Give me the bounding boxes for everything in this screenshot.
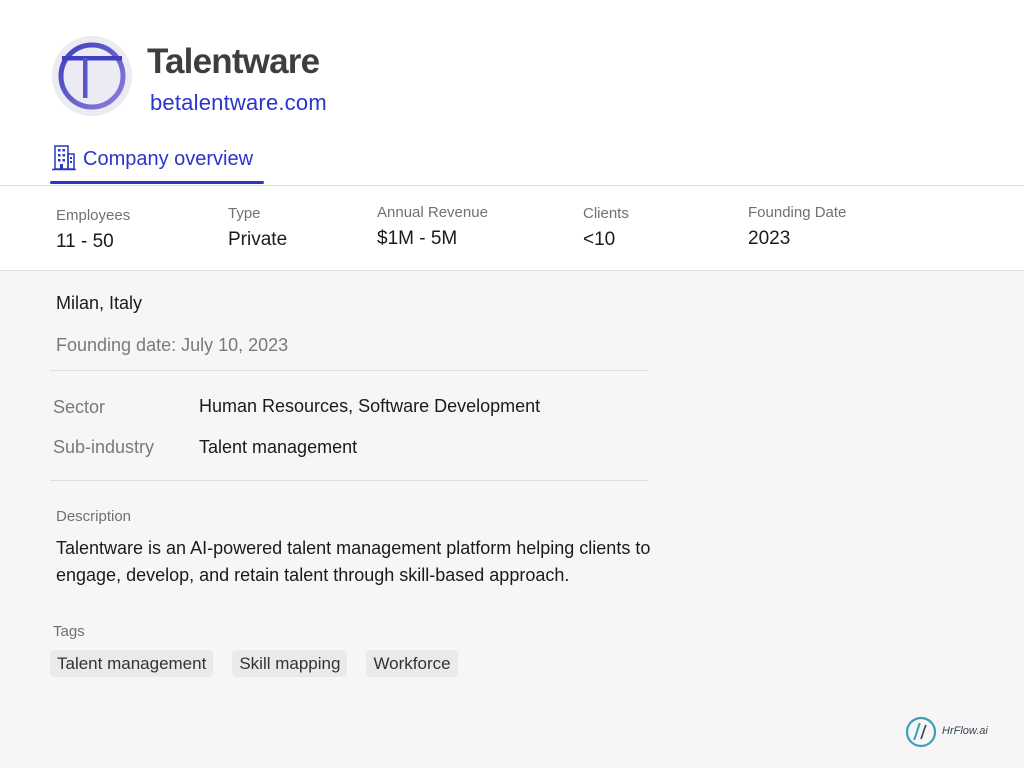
stat-annual-revenue: Annual Revenue $1M - 5M <box>377 204 488 251</box>
stat-value: 2023 <box>748 228 791 249</box>
company-name: Talentware <box>147 42 320 81</box>
brand-name: HrFlow.ai <box>942 725 988 737</box>
stat-clients: Clients <10 <box>583 205 629 252</box>
stat-value: 11 - 50 <box>56 231 114 252</box>
tag-chip[interactable]: Skill mapping <box>232 650 348 677</box>
description-label: Description <box>56 508 132 525</box>
section-divider <box>50 370 649 371</box>
stat-founding-date: Founding Date 2023 <box>748 204 846 251</box>
active-tab-indicator <box>50 181 264 184</box>
sector-label: Sector <box>53 397 106 417</box>
tag-chip[interactable]: Workforce <box>366 650 458 677</box>
hrflow-brand: HrFlow.ai <box>905 715 997 748</box>
stat-label: Clients <box>583 205 629 222</box>
stat-type: Type Private <box>228 205 287 252</box>
stat-value: $1M - 5M <box>377 228 458 249</box>
stat-value: <10 <box>583 229 616 250</box>
company-location: Milan, Italy <box>56 293 143 313</box>
tab-company-overview[interactable]: Company overview <box>50 140 264 186</box>
subindustry-value: Talent management <box>199 437 358 457</box>
company-details-panel: Milan, Italy Founding date: July 10, 202… <box>0 271 1024 768</box>
company-logo-icon <box>58 42 126 110</box>
stat-label: Employees <box>56 207 131 224</box>
company-header: Talentware betalentware.com Company over… <box>0 0 1024 186</box>
tag-chip[interactable]: Talent management <box>50 650 214 677</box>
building-icon <box>52 145 76 171</box>
stat-value: Private <box>228 229 288 250</box>
stat-employees: Employees 11 - 50 <box>56 207 130 254</box>
hrflow-logo-icon <box>905 716 937 748</box>
sector-value: Human Resources, Software Development <box>199 396 541 416</box>
section-divider <box>50 480 649 481</box>
founding-date-text: Founding date: July 10, 2023 <box>56 335 289 355</box>
subindustry-label: Sub-industry <box>53 437 155 457</box>
tab-label: Company overview <box>83 148 254 170</box>
stat-label: Annual Revenue <box>377 204 488 221</box>
company-stats-bar: Employees 11 - 50 Type Private Annual Re… <box>0 186 1024 271</box>
tags-label: Tags <box>53 623 85 640</box>
description-text: Talentware is an AI-powered talent manag… <box>56 538 651 585</box>
company-website-link[interactable]: betalentware.com <box>150 89 327 117</box>
tags-list: Talent management Skill mapping Workforc… <box>50 650 477 678</box>
stat-label: Founding Date <box>748 204 847 221</box>
company-logo <box>52 36 132 116</box>
stat-label: Type <box>228 205 261 222</box>
